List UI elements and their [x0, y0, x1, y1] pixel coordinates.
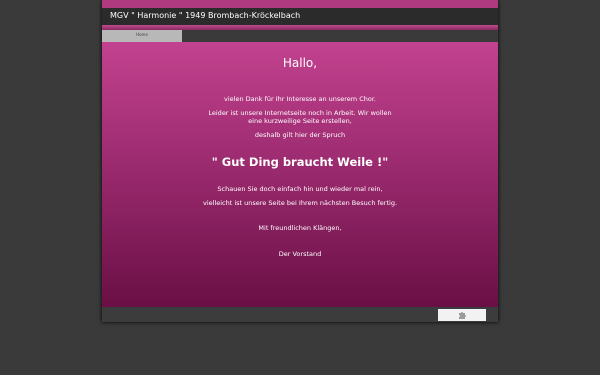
status-text: Leider ist unsere Internetseite noch in …: [102, 109, 498, 125]
status-text-line: Leider ist unsere Internetseite noch in …: [208, 109, 392, 125]
signature-text: Der Vorstand: [278, 250, 322, 258]
saying-intro-text: deshalb gilt hier der Spruch: [254, 131, 346, 139]
footer-bar: [102, 307, 498, 322]
footer-badge[interactable]: [438, 309, 486, 321]
puzzle-icon: [459, 312, 466, 319]
closing-text: Mit freundlichen Klängen,: [258, 224, 342, 232]
intro-text: vielen Dank für Ihr Interesse an unserem…: [224, 95, 376, 103]
nav-item-home[interactable]: Home: [102, 30, 182, 42]
invitation-text: Schauen Sie doch einfach hin und wieder …: [217, 185, 383, 193]
page-frame: MGV " Harmonie " 1949 Brombach-Kröckelba…: [102, 0, 498, 322]
navigation-bar: Home: [102, 30, 498, 42]
site-title: MGV " Harmonie " 1949 Brombach-Kröckelba…: [110, 11, 301, 20]
greeting-heading: Hallo,: [282, 56, 318, 70]
top-accent-strip: [102, 0, 498, 8]
main-content: Hallo, vielen Dank für Ihr Interesse an …: [102, 42, 498, 307]
next-visit-text: vielleicht ist unsere Seite bei Ihrem nä…: [202, 199, 398, 207]
slogan-heading: " Gut Ding braucht Weile !": [211, 155, 389, 169]
nav-item-label: Home: [136, 32, 148, 37]
